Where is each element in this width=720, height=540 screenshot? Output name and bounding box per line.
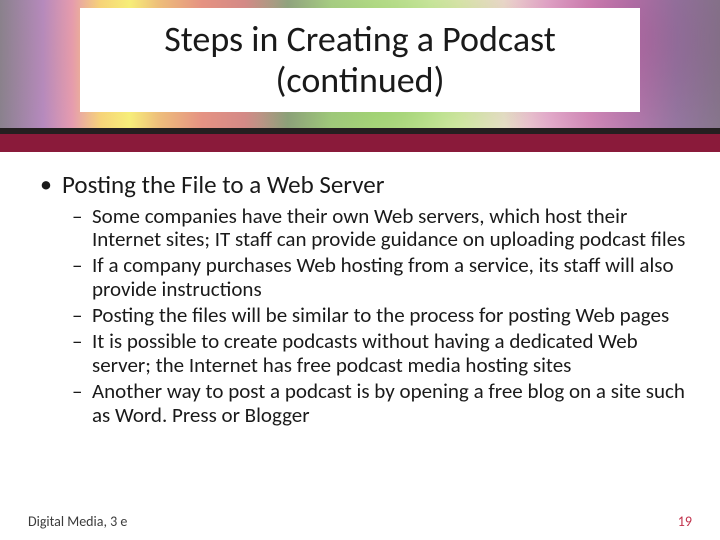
sub-bullet-text: It is possible to create podcasts withou…	[92, 328, 638, 378]
sub-bullet-item: Another way to post a podcast is by open…	[62, 380, 692, 428]
slide-body: Posting the File to a Web Server Some co…	[0, 152, 720, 540]
sub-bullet-text: Another way to post a podcast is by open…	[92, 378, 685, 428]
sub-bullet-item: If a company purchases Web hosting from …	[62, 254, 692, 302]
sub-bullet-item: It is possible to create podcasts withou…	[62, 330, 692, 378]
sub-bullet-text: Posting the files will be similar to the…	[92, 302, 669, 328]
sub-bullet-text: Some companies have their own Web server…	[92, 203, 685, 253]
bullet-item: Posting the File to a Web Server Some co…	[28, 170, 692, 428]
footer-source: Digital Media, 3 e	[28, 513, 127, 530]
divider-bars	[0, 128, 720, 152]
title-container: Steps in Creating a Podcast (continued)	[80, 8, 640, 112]
slide-title: Steps in Creating a Podcast (continued)	[100, 19, 620, 102]
footer-page-number: 19	[678, 513, 692, 530]
slide: Steps in Creating a Podcast (continued) …	[0, 0, 720, 540]
slide-header: Steps in Creating a Podcast (continued)	[0, 0, 720, 128]
sub-bullet-item: Posting the files will be similar to the…	[62, 304, 692, 328]
bullet-text: Posting the File to a Web Server	[62, 169, 384, 200]
bullet-list-level2: Some companies have their own Web server…	[62, 205, 692, 428]
bullet-list-level1: Posting the File to a Web Server Some co…	[28, 170, 692, 428]
slide-footer: Digital Media, 3 e 19	[0, 513, 720, 530]
sub-bullet-item: Some companies have their own Web server…	[62, 205, 692, 253]
sub-bullet-text: If a company purchases Web hosting from …	[92, 252, 674, 302]
divider-bar-maroon	[0, 134, 720, 152]
